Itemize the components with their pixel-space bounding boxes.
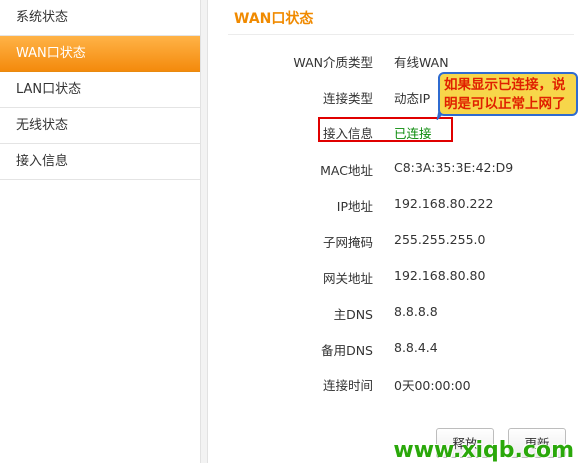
sidebar-item-wan-status[interactable]: WAN口状态 — [0, 36, 200, 72]
sidebar-item-system-status[interactable]: 系统状态 — [0, 0, 200, 36]
sidebar-item-lan-status[interactable]: LAN口状态 — [0, 72, 200, 108]
row-label-mac: MAC地址 — [320, 163, 373, 178]
row-label-ip: IP地址 — [336, 199, 373, 214]
row-value-subnet: 255.255.255.0 — [394, 232, 486, 247]
row-label-subnet: 子网掩码 — [322, 235, 373, 250]
row-label-connect-time: 连接时间 — [322, 378, 373, 393]
row-label-secondary-dns: 备用DNS — [321, 343, 373, 358]
sidebar-divider — [200, 0, 208, 463]
row-value-primary-dns: 8.8.8.8 — [394, 304, 438, 319]
row-value-ip: 192.168.80.222 — [394, 196, 494, 211]
row-label-gateway: 网关地址 — [322, 271, 373, 286]
page-title: WAN口状态 — [234, 11, 314, 27]
watermark: www.xiqb.com — [393, 438, 574, 463]
sidebar: 系统状态 WAN口状态 LAN口状态 无线状态 接入信息 — [0, 0, 200, 463]
highlight-box — [318, 117, 453, 142]
annotation-callout: 如果显示已连接，说明是可以正常上网了 — [438, 72, 578, 116]
title-divider — [228, 34, 574, 35]
row-value-gateway: 192.168.80.80 — [394, 268, 486, 283]
row-value-mac: C8:3A:35:3E:42:D9 — [394, 160, 514, 175]
row-value-connection-type: 动态IP — [394, 91, 431, 106]
row-label-primary-dns: 主DNS — [333, 307, 373, 322]
main-panel: WAN口状态 WAN介质类型 有线WAN 连接类型 动态IP 接入信息 已连接 … — [208, 0, 584, 463]
row-label-wan-medium: WAN介质类型 — [293, 55, 373, 70]
row-label-connection-type: 连接类型 — [322, 91, 373, 106]
sidebar-item-wireless-status[interactable]: 无线状态 — [0, 108, 200, 144]
row-value-connect-time: 0天00:00:00 — [394, 378, 471, 393]
row-value-secondary-dns: 8.8.4.4 — [394, 340, 438, 355]
sidebar-item-access-info[interactable]: 接入信息 — [0, 144, 200, 180]
row-value-wan-medium: 有线WAN — [394, 55, 449, 70]
